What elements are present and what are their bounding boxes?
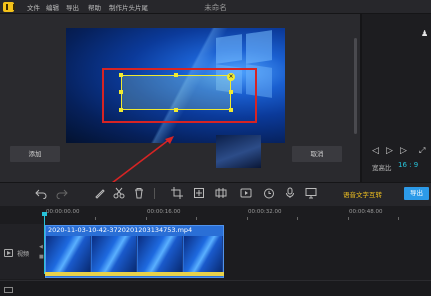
- undo-icon[interactable]: [35, 187, 47, 200]
- microphone-icon[interactable]: [284, 187, 296, 199]
- speed-icon[interactable]: [240, 187, 252, 199]
- speech-text-convert-button[interactable]: 语音文字互转: [343, 189, 382, 199]
- cut-icon[interactable]: [113, 187, 125, 199]
- play-icon[interactable]: ▷: [386, 146, 393, 156]
- ruler-tick: [348, 217, 349, 220]
- timer-icon[interactable]: [263, 187, 275, 199]
- clip-thumbnail: [184, 236, 223, 272]
- record-screen-icon[interactable]: [305, 187, 317, 199]
- ruler-tick: [196, 217, 197, 220]
- ruler-tick: [95, 217, 96, 220]
- vertical-scrollbar[interactable]: [354, 38, 357, 134]
- brush-icon[interactable]: [94, 187, 106, 199]
- clip-audio-strip: [45, 272, 224, 276]
- ruler-tick: [297, 217, 298, 220]
- playhead-handle[interactable]: [42, 212, 47, 216]
- delete-icon[interactable]: [133, 187, 145, 199]
- freeze-frame-icon[interactable]: [193, 187, 205, 199]
- toolbar-divider: [154, 188, 155, 199]
- watermark-icon: ♟: [421, 29, 429, 38]
- text-track-icon: [4, 287, 13, 293]
- prev-frame-icon[interactable]: ◁: [372, 146, 379, 156]
- second-track: [0, 280, 431, 296]
- aspect-ratio-value[interactable]: 16 : 9: [398, 161, 418, 169]
- video-track-label: 视频: [17, 251, 30, 258]
- ruler-label: 00:00:00.00: [46, 209, 80, 215]
- crop-icon[interactable]: [171, 187, 183, 199]
- mosaic-icon[interactable]: [215, 187, 227, 199]
- mute-icon[interactable]: ◀: [39, 244, 43, 250]
- ruler-label: 00:00:48.00: [349, 209, 383, 215]
- add-button[interactable]: 添加: [10, 146, 60, 162]
- clip-filename: 2020-11-03-10-42-3720201203134753.mp4: [48, 226, 193, 234]
- clip-thumbnail: [46, 236, 91, 272]
- cancel-button[interactable]: 取消: [292, 146, 342, 162]
- aspect-ratio-label: 宽高比: [372, 164, 392, 172]
- redo-icon[interactable]: [56, 187, 68, 200]
- ruler-label: 00:00:32.00: [248, 209, 282, 215]
- ruler-tick: [146, 217, 147, 220]
- frame-thumbnail: [216, 135, 261, 168]
- export-button[interactable]: 导出: [404, 187, 429, 200]
- ruler-tick: [247, 217, 248, 220]
- fullscreen-icon[interactable]: ⤢: [419, 146, 425, 156]
- clip-thumbnail: [138, 236, 183, 272]
- ruler-tick: [398, 217, 399, 220]
- clip-thumbnail: [92, 236, 137, 272]
- ruler-label: 00:00:16.00: [147, 209, 181, 215]
- next-frame-icon[interactable]: ▷: [400, 146, 407, 156]
- playhead[interactable]: [44, 214, 45, 274]
- video-track-icon: [4, 249, 13, 257]
